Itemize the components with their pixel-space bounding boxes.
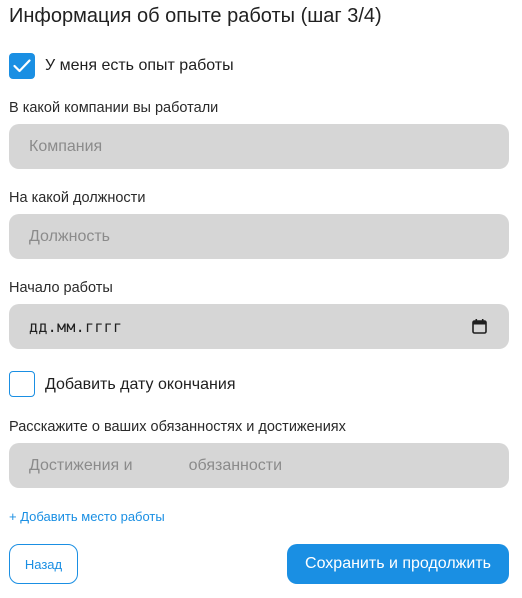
start-date-placeholder: дд.мм.гггг — [29, 317, 123, 336]
company-label: В какой компании вы работали — [9, 100, 219, 116]
company-input[interactable]: Компания — [9, 124, 509, 169]
page-title: Информация об опыте работы (шаг 3/4) — [9, 5, 382, 27]
experience-checkbox[interactable] — [9, 53, 35, 79]
position-label: На какой должности — [9, 190, 146, 206]
duties-label: Расскажите о ваших обязанностях и достиж… — [9, 419, 346, 435]
duties-placeholder-part2: обязанности — [188, 456, 283, 474]
position-placeholder: Должность — [29, 227, 110, 245]
start-date-label: Начало работы — [9, 280, 113, 296]
duties-placeholder-part1: Достижения и — [29, 456, 133, 474]
company-placeholder: Компания — [29, 137, 103, 155]
start-date-input[interactable]: дд.мм.гггг — [9, 304, 509, 349]
position-input[interactable]: Должность — [9, 214, 509, 259]
end-date-checkbox[interactable] — [9, 371, 35, 397]
add-workplace-link[interactable]: + Добавить место работы — [9, 509, 165, 525]
duties-textarea[interactable]: Достижения и обязанности — [9, 443, 509, 488]
back-button[interactable]: Назад — [9, 544, 78, 584]
save-continue-button[interactable]: Сохранить и продолжить — [287, 544, 509, 584]
checkmark-icon — [13, 59, 31, 73]
end-date-checkbox-label[interactable]: Добавить дату окончания — [45, 375, 235, 395]
experience-checkbox-label[interactable]: У меня есть опыт работы — [45, 56, 234, 76]
calendar-icon[interactable] — [472, 319, 487, 334]
